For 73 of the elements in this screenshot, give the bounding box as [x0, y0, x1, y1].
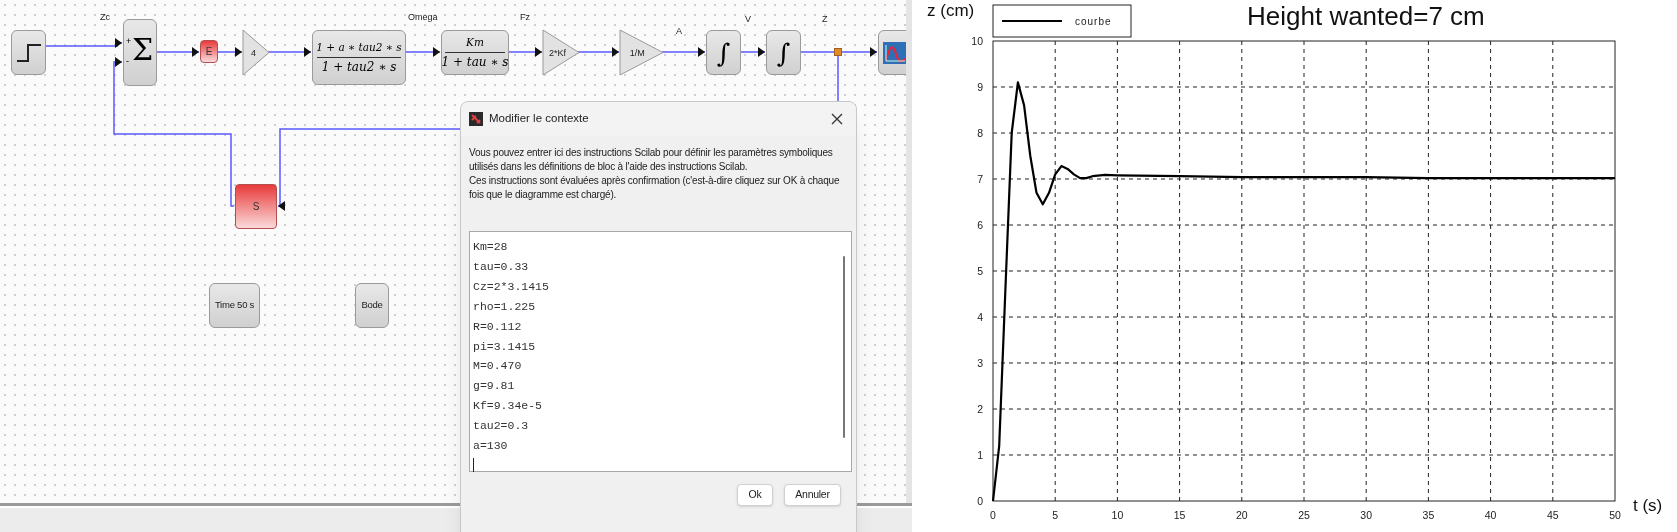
integral-symbol: ∫ — [776, 37, 791, 68]
tick-label: 35 — [1422, 509, 1435, 521]
dialog-title: Modifier le contexte — [489, 111, 589, 127]
tick-label: 25 — [1298, 509, 1310, 521]
gain-value: 1/M — [629, 48, 645, 58]
link-label: V — [745, 14, 751, 24]
text-block: Time 50 s — [209, 283, 260, 328]
description-text: Vous pouvez entrer ici des instructions Scilab pour définir les paramètres symboliques utilisés dans les définitions de bloc à l'aide des instructions Scilab. — [469, 146, 834, 174]
tick-label: 45 — [1546, 509, 1559, 521]
code-line: Cz=2*3.1415 — [473, 278, 549, 295]
superblock: S — [235, 184, 277, 229]
code-line: a=130 — [473, 438, 508, 455]
numerator: Km — [466, 35, 484, 50]
link-label: Zc — [100, 12, 110, 22]
text-block: Bode — [355, 283, 389, 328]
tick-label: 6 — [977, 219, 983, 231]
tick-label: 10 — [1111, 509, 1124, 521]
code-line: Kf=9.34e-5 — [473, 398, 542, 415]
tick-label: 20 — [1235, 509, 1248, 521]
tick-label: 4 — [977, 311, 983, 323]
tick-label: 15 — [1173, 509, 1186, 521]
tick-label: 0 — [977, 495, 983, 507]
link-label: A — [676, 26, 682, 36]
close-icon — [831, 113, 843, 125]
scope-icon — [883, 41, 907, 64]
gain-value: 2*Kf — [548, 48, 566, 58]
dialog-button[interactable]: Ok — [737, 484, 773, 506]
axis-label: t (s) — [1633, 496, 1663, 515]
code-line: rho=1.225 — [473, 298, 536, 315]
tick-label: 5 — [1052, 509, 1059, 521]
tick-label: 30 — [1360, 509, 1373, 521]
gain-block — [619, 29, 664, 76]
code-line: pi=3.1415 — [473, 338, 536, 355]
context-editor[interactable]: Km=28 tau=0.33 Cz=2*3.1415 rho=1.225 R=0.112 pi=3.1415 M=0.470 g=9.81 Kf=9.34e-5 tau2=0.3 a=130 — [469, 231, 852, 472]
tick-label: 3 — [977, 357, 983, 369]
superblock: E — [200, 40, 218, 63]
tick-label: 1 — [977, 449, 983, 461]
sign-label: - — [126, 56, 129, 66]
tick-label: 8 — [977, 127, 983, 139]
code-line: R=0.112 — [473, 318, 522, 335]
code-line: M=0.470 — [473, 358, 522, 375]
text-cursor — [473, 457, 474, 472]
tick-label: 2 — [977, 403, 983, 415]
axis-label: z (cm) — [927, 1, 975, 20]
gain-block — [242, 29, 270, 76]
description-text: Ces instructions sont évaluées après confirmation (c'est-à-dire cliquez sur OK à chaque fois que le diagramme est chargé). — [469, 174, 841, 202]
legend-label: courbe — [1075, 16, 1112, 27]
tick-label: 50 — [1609, 509, 1621, 521]
integral-symbol: ∫ — [716, 37, 731, 68]
tick-label: 10 — [971, 35, 983, 47]
tick-label: 9 — [977, 81, 983, 93]
split-point — [834, 48, 842, 56]
gain-block — [542, 29, 580, 76]
numerator: 1 + a ∗ tau2 ∗ s — [316, 40, 402, 55]
denominator: 1 + tau2 ∗ s — [321, 60, 397, 75]
denominator: 1 + tau ∗ s — [441, 55, 509, 70]
tick-label: 0 — [990, 509, 996, 521]
code-line: tau2=0.3 — [473, 418, 529, 435]
code-line: tau=0.33 — [473, 258, 529, 275]
dialog-button[interactable]: Annuler — [784, 484, 841, 506]
link-label: Omega — [408, 12, 438, 22]
link-label: Z — [822, 14, 828, 24]
tick-label: 7 — [977, 173, 983, 185]
gain-value: 4 — [250, 48, 256, 58]
code-line: g=9.81 — [473, 378, 515, 395]
app-icon — [469, 112, 483, 126]
link-label: Fz — [520, 12, 530, 22]
code-line: Km=28 — [473, 239, 508, 255]
tick-label: 40 — [1484, 509, 1497, 521]
chart-title: Height wanted=7 cm — [1247, 1, 1485, 31]
tick-label: 5 — [977, 265, 983, 277]
sum-symbol: Σ — [132, 32, 154, 68]
sign-label: + — [126, 36, 132, 46]
